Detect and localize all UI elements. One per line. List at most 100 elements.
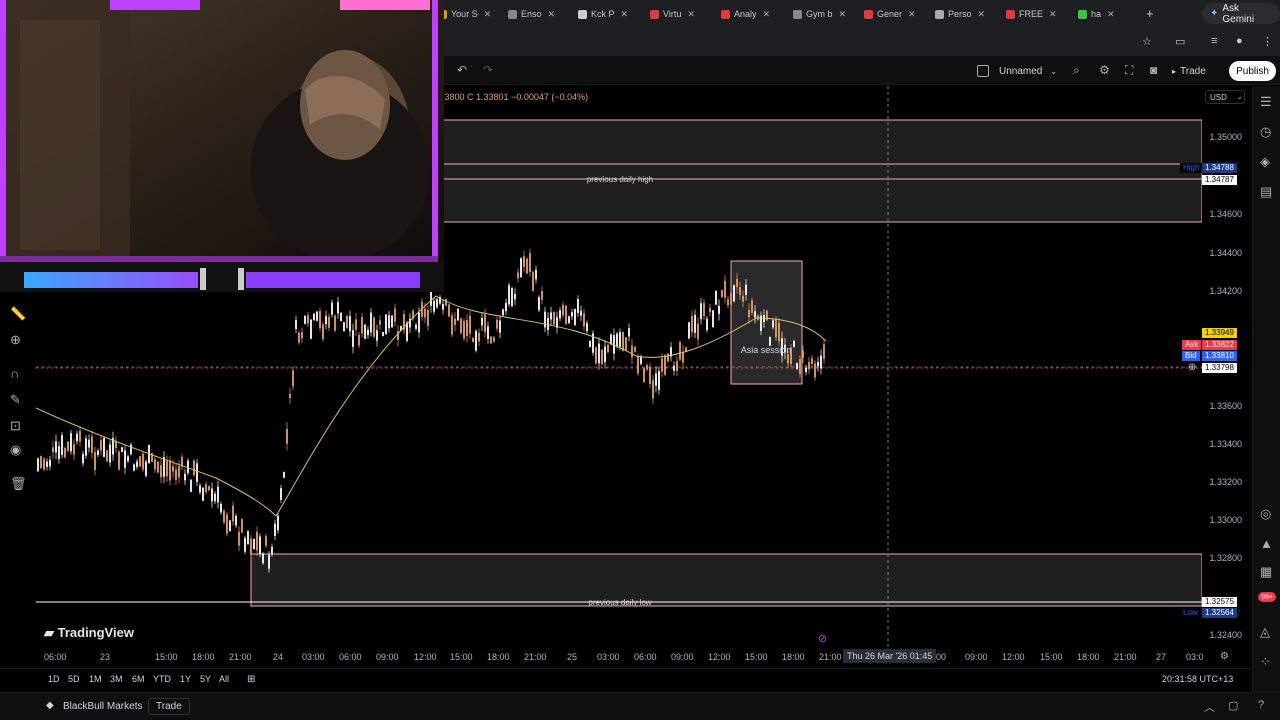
- maximize-panel-icon[interactable]: ▢: [1228, 699, 1238, 712]
- timeframe-5d[interactable]: 5D: [68, 674, 80, 684]
- candle-body: [604, 346, 606, 363]
- bookmark-star-icon[interactable]: ☆: [1142, 35, 1152, 48]
- close-icon[interactable]: ✕: [1049, 9, 1057, 20]
- candle-body: [559, 310, 561, 319]
- apps-grid-icon[interactable]: ⁘: [1260, 654, 1271, 670]
- close-icon[interactable]: ✕: [621, 9, 629, 20]
- prev-high-zone[interactable]: [435, 119, 1202, 223]
- trash-icon[interactable]: 🗑: [10, 476, 27, 492]
- magnet-icon[interactable]: ∩: [10, 366, 19, 381]
- publish-button[interactable]: Publish: [1229, 61, 1276, 81]
- lock-icon[interactable]: ⊡: [10, 418, 21, 434]
- ruler-icon[interactable]: 📏: [10, 306, 26, 322]
- ideas-icon[interactable]: ▲: [1260, 536, 1273, 551]
- candle-body: [478, 332, 480, 342]
- candle-body: [607, 344, 609, 353]
- close-icon[interactable]: ✕: [908, 9, 916, 20]
- candle-body: [673, 365, 675, 371]
- watchlist-icon[interactable]: ☰: [1260, 94, 1272, 110]
- target-icon[interactable]: ◎: [1260, 506, 1271, 522]
- new-tab-button[interactable]: +: [1146, 6, 1154, 21]
- candle-body: [463, 320, 465, 339]
- redo-icon[interactable]: ↷: [483, 63, 493, 77]
- timeframe-1d[interactable]: 1D: [48, 674, 60, 684]
- close-icon[interactable]: ✕: [484, 9, 492, 20]
- close-icon[interactable]: ✕: [687, 9, 695, 20]
- candle-body: [598, 343, 600, 364]
- currency-selector[interactable]: USD ⌄: [1205, 90, 1245, 104]
- tab-label: Kck P: [591, 9, 615, 19]
- close-icon[interactable]: ✕: [548, 9, 556, 20]
- browser-tab[interactable]: Gener ✕: [864, 4, 916, 24]
- candle-body: [214, 493, 216, 502]
- timeframe-1m[interactable]: 1M: [89, 674, 102, 684]
- browser-tab[interactable]: Your S ✕: [438, 4, 491, 24]
- candle-body: [298, 332, 300, 343]
- lightning-icon[interactable]: ⊘: [818, 632, 827, 645]
- candle-body: [253, 538, 255, 550]
- layout-name-dropdown[interactable]: Unnamed ⌄: [977, 62, 1057, 80]
- webcam-overlay: [0, 0, 444, 292]
- chevron-down-icon: ⌄: [1236, 94, 1243, 101]
- browser-tab[interactable]: FREE ✕: [1006, 4, 1057, 24]
- fullscreen-icon[interactable]: ⛶: [1125, 63, 1133, 78]
- candle-body: [358, 334, 360, 346]
- add-alert-icon[interactable]: ⊕: [1188, 362, 1196, 373]
- bid-price-tag: 1.33810: [1202, 351, 1237, 361]
- candle-body: [550, 312, 552, 320]
- extensions-icon[interactable]: ≡: [1211, 35, 1217, 47]
- close-icon[interactable]: ✕: [763, 9, 771, 20]
- candle-body: [601, 349, 603, 365]
- trade-button[interactable]: ▸ Trade: [1172, 62, 1206, 80]
- browser-tab[interactable]: Gym b ✕: [793, 4, 846, 24]
- candle-body: [448, 304, 450, 317]
- broker-trade-button[interactable]: Trade: [148, 698, 190, 715]
- utc-clock[interactable]: 20:31:58 UTC+13: [1162, 674, 1233, 684]
- zoom-in-icon[interactable]: ⊕: [10, 332, 21, 348]
- layers-icon[interactable]: ◈: [1260, 154, 1270, 170]
- calendar-icon[interactable]: ▦: [1260, 564, 1272, 580]
- help-icon[interactable]: ?: [1258, 699, 1264, 711]
- timeframe-1y[interactable]: 1Y: [180, 674, 191, 684]
- browser-tab[interactable]: ha ✕: [1078, 4, 1115, 24]
- browser-tab[interactable]: Kck P ✕: [578, 4, 628, 24]
- profile-avatar-icon[interactable]: ●: [1236, 35, 1243, 47]
- browser-tab[interactable]: Perso ✕: [935, 4, 985, 24]
- cast-icon[interactable]: ▭: [1175, 35, 1185, 48]
- time-axis[interactable]: 06:00 23 15:00 18:00 21:00 24 03:00 06:0…: [36, 648, 1252, 666]
- alerts-clock-icon[interactable]: ◷: [1260, 124, 1271, 140]
- ask-gemini-button[interactable]: ✦ Ask Gemini: [1202, 3, 1280, 25]
- timeframe-3m[interactable]: 3M: [110, 674, 123, 684]
- browser-tab[interactable]: Enso ✕: [508, 4, 555, 24]
- candle-body: [526, 258, 528, 274]
- broker-name[interactable]: BlackBull Markets: [63, 701, 142, 712]
- candle-body: [43, 458, 45, 470]
- eye-icon[interactable]: ◉: [10, 442, 21, 458]
- notifications-icon[interactable]: ◬: [1260, 624, 1270, 640]
- pencil-lock-icon[interactable]: ✎: [10, 392, 21, 408]
- timeframe-5y[interactable]: 5Y: [200, 674, 211, 684]
- chevron-up-icon[interactable]: ︿: [1204, 699, 1215, 715]
- browser-tab[interactable]: Analy ✕: [721, 4, 770, 24]
- candle-body: [574, 309, 576, 326]
- time-tick: 06:00: [339, 652, 362, 662]
- time-tick: 06:00: [44, 652, 67, 662]
- candle-body: [490, 336, 492, 344]
- close-icon[interactable]: ✕: [839, 9, 847, 20]
- browser-menu-icon[interactable]: ⋮: [1262, 35, 1273, 48]
- browser-tab[interactable]: Virtu ✕: [650, 4, 695, 24]
- timeframe-ytd[interactable]: YTD: [153, 674, 171, 684]
- close-icon[interactable]: ✕: [978, 9, 986, 20]
- close-icon[interactable]: ✕: [1107, 9, 1115, 20]
- time-axis-settings-icon[interactable]: ⚙: [1220, 651, 1229, 662]
- undo-icon[interactable]: ↶: [457, 63, 467, 77]
- prev-low-zone[interactable]: [250, 553, 1202, 607]
- date-range-icon[interactable]: ⊞: [247, 674, 255, 685]
- candle-body: [610, 334, 612, 345]
- timeframe-all[interactable]: All: [219, 674, 229, 684]
- quick-search-icon[interactable]: ⌕: [1073, 63, 1080, 78]
- chat-icon[interactable]: ▤: [1260, 184, 1272, 200]
- camera-icon[interactable]: ◙: [1150, 63, 1157, 77]
- timeframe-6m[interactable]: 6M: [132, 674, 145, 684]
- settings-gear-icon[interactable]: ⚙: [1099, 63, 1110, 77]
